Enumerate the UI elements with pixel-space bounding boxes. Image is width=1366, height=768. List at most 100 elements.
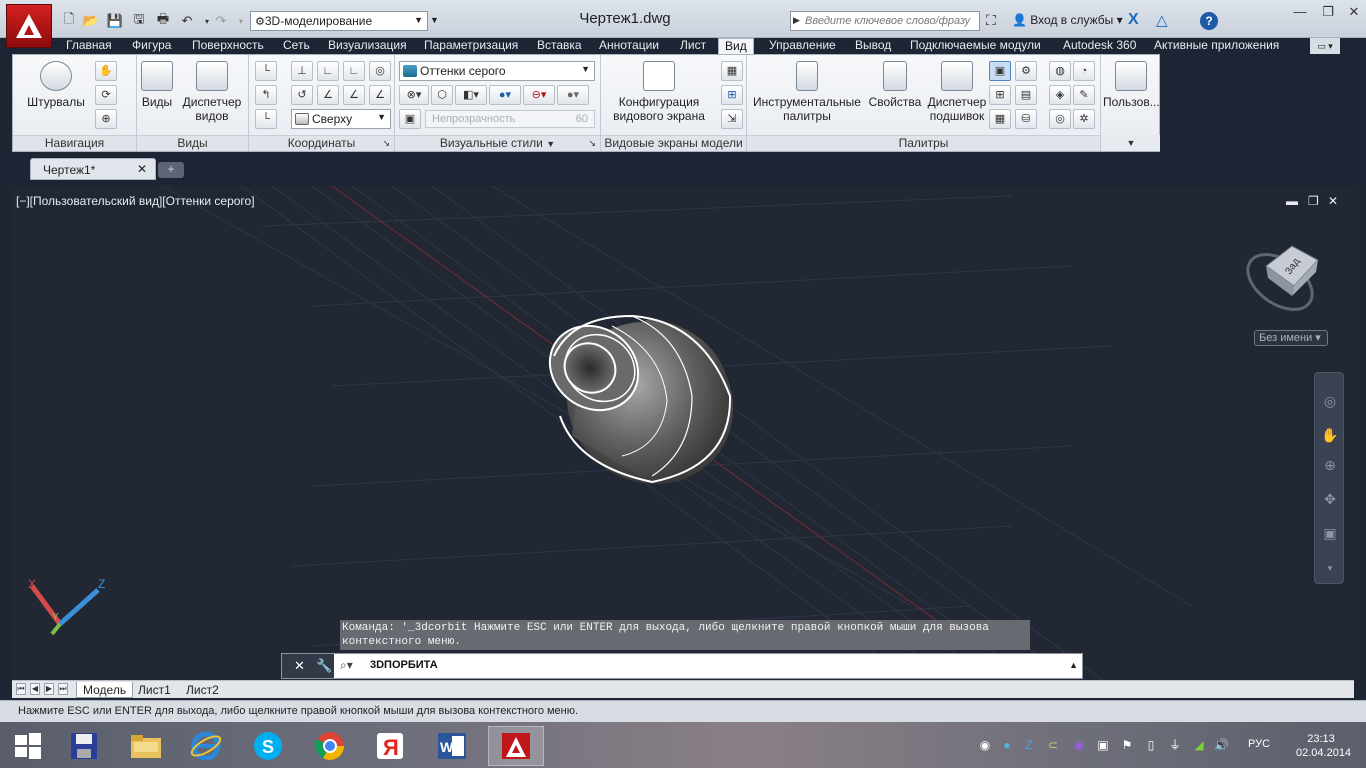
autocad-taskbar-icon[interactable] — [488, 726, 544, 766]
opacity-icon[interactable]: ▣ — [399, 109, 421, 129]
tab-layout[interactable]: Лист — [678, 38, 708, 54]
sun-properties-icon[interactable]: ✲ — [1073, 109, 1095, 129]
tray-hook-icon[interactable]: ⊂ — [1046, 738, 1060, 752]
close-icon[interactable]: ✕ — [137, 162, 147, 176]
internet-explorer-icon[interactable] — [178, 726, 234, 766]
save-icon[interactable]: 💾 — [106, 12, 124, 30]
tab-sheet1[interactable]: Лист1 — [132, 682, 177, 698]
restore-button[interactable]: ❐ — [1314, 4, 1342, 22]
redo-icon[interactable]: ↷ — [212, 12, 230, 30]
zoom-extents-icon[interactable]: ⊕ — [95, 109, 117, 129]
application-menu-button[interactable] — [6, 4, 52, 48]
command-line[interactable]: ✕ 🔧 ⌕▾ 3DПОРБИТА ▲ — [281, 653, 1083, 679]
wrench-icon[interactable]: 🔧 — [316, 658, 332, 674]
tab-annotate[interactable]: Аннотации — [597, 38, 661, 54]
viewport-restore-icon[interactable]: ❐ — [1308, 194, 1319, 208]
materials-icon[interactable]: ⊖▾ — [523, 85, 555, 105]
ucs-view-select[interactable]: Сверху ▼ — [291, 109, 391, 129]
tab-featured-apps[interactable]: Активные приложения — [1152, 38, 1281, 54]
tab-home[interactable]: Главная — [64, 38, 114, 54]
close-icon[interactable]: ✕ — [294, 658, 305, 674]
workspace-select[interactable]: ⚙3D-моделирование ▼ — [250, 11, 428, 31]
document-tab[interactable]: Чертеж1* ✕ — [30, 158, 156, 180]
ucs-previous-icon[interactable]: ↰ — [255, 85, 277, 105]
search-input[interactable]: Введите ключевое слово/фразу — [790, 11, 980, 31]
viewport-config-button[interactable]: Конфигурация видового экрана — [603, 61, 715, 123]
ucs-named-icon[interactable]: └ — [255, 109, 277, 129]
binoculars-search-icon[interactable]: ⛶ — [986, 12, 996, 29]
viewport-minimize-icon[interactable]: ▬ — [1286, 194, 1298, 208]
tray-volume-icon[interactable]: 🔊 — [1214, 738, 1229, 752]
tray-battery-icon[interactable]: ▯ — [1144, 738, 1158, 752]
xray-icon[interactable]: ⊗▾ — [399, 85, 429, 105]
lights-list-icon[interactable]: ✎ — [1073, 85, 1095, 105]
edges-icon[interactable]: ◧▾ — [455, 85, 487, 105]
ucs-y-icon[interactable]: ∠ — [343, 85, 365, 105]
tab-autodesk-360[interactable]: Autodesk 360 — [1061, 38, 1138, 54]
ribbon-minimize-toggle[interactable]: ▭ ▾ — [1310, 38, 1340, 54]
tab-render[interactable]: Визуализация — [326, 38, 409, 54]
keyboard-language[interactable]: РУС — [1248, 738, 1270, 750]
tray-z-icon[interactable]: Z — [1022, 738, 1036, 752]
ucs-x-icon[interactable]: ∠ — [317, 85, 339, 105]
new-file-icon[interactable]: 🗋 — [60, 11, 78, 30]
render-presets-icon[interactable]: ◈ — [1049, 85, 1071, 105]
tray-nvidia-icon[interactable]: ◢ — [1192, 738, 1206, 752]
tab-solid[interactable]: Фигура — [130, 38, 173, 54]
tab-mesh[interactable]: Сеть — [281, 38, 312, 54]
ucs-3point-icon[interactable]: ∟ — [343, 61, 365, 81]
exchange-apps-icon[interactable]: X — [1128, 11, 1139, 29]
ucs-menu-dropdown[interactable]: Без имени ▾ — [1254, 330, 1328, 346]
properties-button[interactable]: Свойства — [867, 61, 923, 109]
tab-plugins[interactable]: Подключаемые модули — [908, 38, 1043, 54]
undo-icon[interactable]: ↶ — [178, 12, 196, 30]
orbit-icon[interactable]: ⟳ — [95, 85, 117, 105]
save-as-icon[interactable]: 🖫 — [130, 11, 148, 30]
command-history-toggle-icon[interactable]: ▲ — [1069, 660, 1078, 670]
tab-insert[interactable]: Вставка — [535, 38, 584, 54]
lighting-icon[interactable]: ●▾ — [489, 85, 521, 105]
redo-dropdown-icon[interactable]: ▾ — [232, 12, 250, 30]
tray-monitor-icon[interactable]: ▣ — [1096, 738, 1110, 752]
steering-wheels-button[interactable]: Штурвалы — [21, 61, 91, 109]
tray-sync-icon[interactable]: ◉ — [978, 738, 992, 752]
opacity-slider[interactable]: Непрозрачность 60 — [425, 110, 595, 128]
ucs-icon[interactable]: └ — [255, 61, 277, 81]
panel-expand-arrow[interactable]: ▼ — [1101, 135, 1161, 151]
yandex-browser-icon[interactable]: Я — [362, 726, 418, 766]
viewport-close-icon[interactable]: ✕ — [1328, 194, 1338, 208]
user-interface-button[interactable]: Пользов... — [1103, 61, 1160, 109]
tab-surface[interactable]: Поверхность — [190, 38, 266, 54]
layers-icon[interactable]: ▦ — [989, 109, 1011, 129]
help-icon[interactable]: ? — [1200, 12, 1218, 30]
dialog-launcher-icon[interactable]: ↘ — [588, 136, 596, 151]
minimize-button[interactable]: — — [1286, 4, 1314, 22]
drawing-viewport[interactable]: X Y Z Зад [−][Пользовательский вид][Отте… — [12, 186, 1354, 680]
viewcube[interactable] — [1238, 243, 1322, 320]
tab-manage[interactable]: Управление — [767, 38, 838, 54]
steering-wheel-icon[interactable]: ◎ — [1321, 393, 1339, 411]
tab-sheet2[interactable]: Лист2 — [180, 682, 225, 698]
showmotion-icon[interactable]: ▣ — [1321, 525, 1339, 543]
tab-parametric[interactable]: Параметризация — [422, 38, 520, 54]
tray-usb-icon[interactable]: ⏚ — [1168, 738, 1182, 752]
tray-orb-icon[interactable]: ◉ — [1072, 738, 1086, 752]
last-layout-icon[interactable]: ⏭ — [58, 683, 68, 695]
zoom-icon[interactable]: ⊕ — [1321, 457, 1339, 475]
tab-view[interactable]: Вид — [718, 38, 754, 55]
tab-output[interactable]: Вывод — [853, 38, 893, 54]
print-icon[interactable]: 🖶 — [154, 11, 172, 30]
ucs-z-icon[interactable]: ∠ — [369, 85, 391, 105]
dbconnect-icon[interactable]: ⛁ — [1015, 109, 1037, 129]
view-manager-button[interactable]: Диспетчер видов — [177, 61, 247, 123]
first-layout-icon[interactable]: ⏮ — [16, 683, 26, 695]
skype-icon[interactable]: S — [240, 726, 296, 766]
quick-access-customize-icon[interactable]: ▼ — [430, 11, 442, 31]
design-center-icon[interactable]: ▣ — [989, 61, 1011, 81]
quickcalc-icon[interactable]: ▤ — [1015, 85, 1037, 105]
pan-icon[interactable]: ✋ — [1321, 427, 1339, 445]
visual-styles-manager-icon[interactable]: ◔ — [1073, 61, 1095, 81]
ucs-view-icon[interactable]: ◎ — [369, 61, 391, 81]
command-line-grip[interactable]: ✕ 🔧 — [282, 654, 334, 678]
command-input[interactable]: 3DПОРБИТА — [370, 659, 438, 671]
